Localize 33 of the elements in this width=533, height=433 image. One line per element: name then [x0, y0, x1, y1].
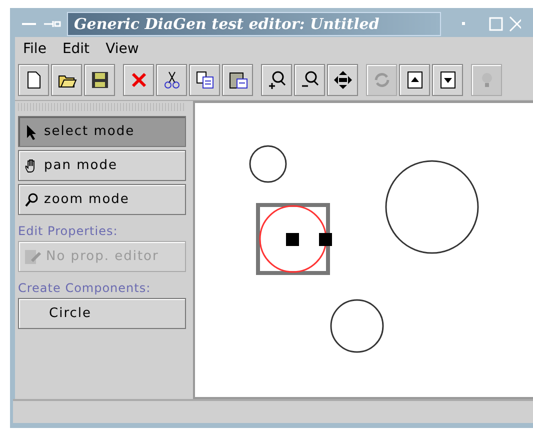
save-button[interactable] — [84, 64, 115, 96]
zoomin-button[interactable] — [261, 64, 292, 96]
zoomout-button[interactable] — [294, 64, 325, 96]
copy-icon — [194, 70, 214, 90]
copy-button[interactable] — [189, 64, 220, 96]
menu-item[interactable]: File — [23, 41, 46, 57]
menu-item[interactable]: View — [106, 41, 139, 57]
edit-document-icon — [24, 248, 42, 264]
scissors-icon — [162, 70, 182, 90]
window-title: Generic DiaGen test editor: Untitled — [67, 12, 441, 36]
move-arrows-icon — [332, 70, 352, 90]
delete-button[interactable] — [123, 64, 154, 96]
mode-button[interactable]: pan mode — [18, 150, 186, 181]
circle[interactable] — [249, 145, 287, 183]
search-icon — [24, 192, 40, 208]
mode-button[interactable]: zoom mode — [18, 184, 186, 215]
circle[interactable] — [385, 160, 479, 254]
mode-button[interactable]: select mode — [18, 116, 186, 147]
paste-icon — [228, 70, 248, 90]
up-button[interactable] — [399, 64, 430, 96]
zoom-out-icon — [300, 70, 320, 90]
fit-button[interactable] — [327, 64, 358, 96]
cut-button[interactable] — [156, 64, 187, 96]
open-button[interactable] — [51, 64, 82, 96]
new-button[interactable] — [18, 64, 49, 96]
paste-button[interactable] — [222, 64, 253, 96]
circle[interactable] — [330, 299, 384, 353]
down-button[interactable] — [432, 64, 463, 96]
section-heading: Create Components: — [18, 281, 152, 295]
menu-item[interactable]: Edit — [62, 41, 90, 57]
circle-button[interactable]: Circle — [18, 298, 186, 329]
zoom-in-icon — [266, 70, 286, 90]
section-heading: Edit Properties: — [18, 224, 119, 238]
